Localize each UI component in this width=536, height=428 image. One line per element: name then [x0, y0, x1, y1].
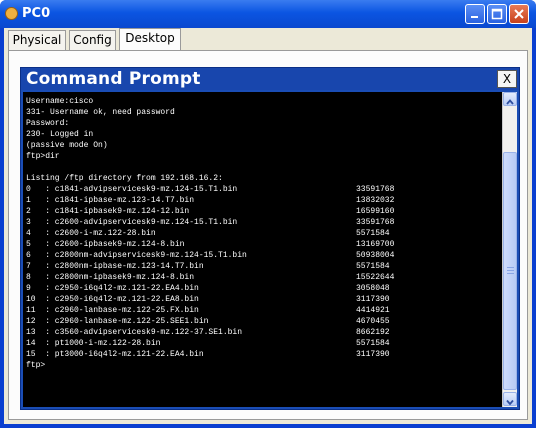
file-name: 4 : c2600-i-mz.122-28.bin	[26, 229, 156, 238]
file-size: 15522644	[356, 273, 395, 282]
listing-row: 10 : c2950-i6q4l2-mz.121-22.EA8.bin 31173…	[26, 294, 390, 305]
file-name: 1 : c1841-ipbase-mz.123-14.T7.bin	[26, 196, 195, 205]
vertical-scrollbar[interactable]	[502, 92, 517, 407]
listing-row: 11 : c2960-lanbase-mz.122-25.FX.bin 44149…	[26, 305, 390, 316]
file-size: 5571584	[356, 339, 390, 348]
file-name: 2 : c1841-ipbasek9-mz.124-12.bin	[26, 207, 190, 216]
minimize-icon	[471, 16, 478, 18]
file-size: 33591768	[356, 185, 395, 194]
file-name: 9 : c2950-i6q4l2-mz.121-22.EA4.bin	[26, 284, 199, 293]
file-size: 3117390	[356, 295, 390, 304]
file-size: 3117390	[356, 350, 390, 359]
listing-row: 15 : pt3000-i6q4l2-mz.121-22.EA4.bin 3117…	[26, 349, 390, 360]
file-name: 11 : c2960-lanbase-mz.122-25.FX.bin	[26, 306, 199, 315]
close-icon	[514, 9, 524, 19]
file-size: 33591768	[356, 218, 395, 227]
terminal-line: Username:cisco	[26, 97, 94, 106]
listing-row: 8 : c2800nm-ipbasek9-mz.124-8.bin 1552264…	[26, 272, 394, 283]
file-name: 3 : c2600-advipservicesk9-mz.124-15.T1.b…	[26, 218, 238, 227]
command-prompt-close-button[interactable]: X	[497, 70, 517, 88]
file-size: 4670455	[356, 317, 390, 326]
listing-row: 0 : c1841-advipservicesk9-mz.124-15.T1.b…	[26, 184, 394, 195]
scroll-up-button[interactable]	[503, 92, 517, 106]
file-name: 15 : pt3000-i6q4l2-mz.121-22.EA4.bin	[26, 350, 204, 359]
terminal-line: 230- Logged in	[26, 130, 94, 139]
listing-row: 2 : c1841-ipbasek9-mz.124-12.bin 16599160	[26, 206, 394, 217]
file-size: 5571584	[356, 262, 390, 271]
minimize-button[interactable]	[465, 4, 485, 24]
scroll-down-button[interactable]	[503, 392, 517, 406]
terminal-output[interactable]: Username:cisco 331- Username ok, need pa…	[23, 92, 502, 407]
file-size: 8662192	[356, 328, 390, 337]
listing-row: 9 : c2950-i6q4l2-mz.121-22.EA4.bin 305804…	[26, 283, 390, 294]
file-size: 50938004	[356, 251, 395, 260]
grip-line	[507, 273, 514, 274]
chevron-down-icon	[506, 399, 514, 406]
terminal-line: (passive mode On)	[26, 141, 108, 150]
file-size: 16599160	[356, 207, 395, 216]
terminal-line: Password:	[26, 119, 70, 128]
maximize-button[interactable]	[487, 4, 507, 24]
grip-line	[507, 270, 514, 271]
file-name: 8 : c2800nm-ipbasek9-mz.124-8.bin	[26, 273, 195, 282]
scrollbar-thumb[interactable]	[503, 152, 517, 390]
window-title: PC0	[22, 6, 51, 21]
terminal-line: 331- Username ok, need password	[26, 108, 175, 117]
maximize-icon	[491, 8, 503, 20]
listing-row: 7 : c2800nm-ipbase-mz.123-14.T7.bin 55715…	[26, 261, 390, 272]
tab-config[interactable]: Config	[69, 30, 116, 50]
command-input-line[interactable]: ftp>	[26, 360, 45, 371]
terminal-line: Listing /ftp directory from 192.168.16.2…	[26, 174, 223, 183]
file-size: 4414921	[356, 306, 390, 315]
close-button[interactable]	[509, 4, 529, 24]
chevron-up-icon	[506, 99, 514, 105]
file-name: 12 : c2960-lanbase-mz.122-25.SEE1.bin	[26, 317, 209, 326]
listing-row: 4 : c2600-i-mz.122-28.bin 5571584	[26, 228, 390, 239]
file-size: 13169700	[356, 240, 395, 249]
file-name: 13 : c3560-advipservicesk9-mz.122-37.SE1…	[26, 328, 243, 337]
file-name: 5 : c2600-ipbasek9-mz.124-8.bin	[26, 240, 185, 249]
file-name: 0 : c1841-advipservicesk9-mz.124-15.T1.b…	[26, 185, 238, 194]
command-prompt-titlebar: Command Prompt X	[21, 68, 519, 90]
file-size: 5571584	[356, 229, 390, 238]
file-name: 7 : c2800nm-ipbase-mz.123-14.T7.bin	[26, 262, 204, 271]
file-size: 13832032	[356, 196, 395, 205]
command-prompt-window: Command Prompt X Username:cisco 331- Use…	[20, 67, 520, 410]
title-bar[interactable]: PC0	[0, 0, 536, 28]
file-size: 3058048	[356, 284, 390, 293]
file-name: 10 : c2950-i6q4l2-mz.121-22.EA8.bin	[26, 295, 199, 304]
desktop-panel: Command Prompt X Username:cisco 331- Use…	[8, 50, 528, 420]
pc0-window: PC0 Physical Config Desktop Command Prom…	[0, 0, 536, 428]
grip-line	[507, 267, 514, 268]
listing-row: 6 : c2800nm-advipservicesk9-mz.124-15.T1…	[26, 250, 394, 261]
listing-row: 3 : c2600-advipservicesk9-mz.124-15.T1.b…	[26, 217, 394, 228]
window-client-area: Physical Config Desktop Command Prompt X…	[4, 28, 532, 424]
terminal-line: ftp>dir	[26, 152, 60, 161]
tab-physical[interactable]: Physical	[8, 30, 66, 50]
command-prompt-title: Command Prompt	[26, 69, 201, 89]
listing-row: 1 : c1841-ipbase-mz.123-14.T7.bin 1383203…	[26, 195, 394, 206]
listing-row: 13 : c3560-advipservicesk9-mz.122-37.SE1…	[26, 327, 390, 338]
listing-row: 14 : pt1000-i-mz.122-28.bin 5571584	[26, 338, 390, 349]
file-name: 6 : c2800nm-advipservicesk9-mz.124-15.T1…	[26, 251, 247, 260]
file-name: 14 : pt1000-i-mz.122-28.bin	[26, 339, 161, 348]
listing-row: 12 : c2960-lanbase-mz.122-25.SEE1.bin 467…	[26, 316, 390, 327]
listing-row: 5 : c2600-ipbasek9-mz.124-8.bin 13169700	[26, 239, 394, 250]
app-icon	[5, 7, 18, 20]
tab-desktop[interactable]: Desktop	[119, 28, 181, 51]
